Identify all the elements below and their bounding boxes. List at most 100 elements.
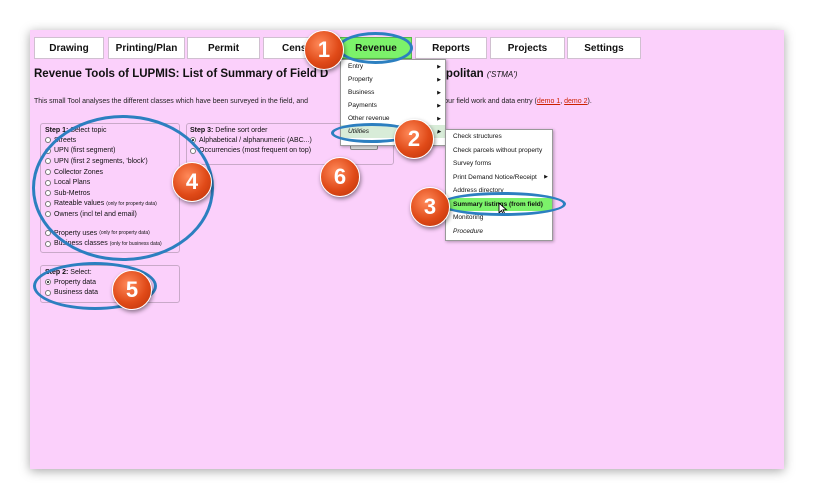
radio-icon[interactable] [45, 137, 51, 144]
topic-option-sub-metros[interactable]: Sub-Metros [45, 188, 179, 199]
tab-permit[interactable]: Permit [187, 37, 260, 59]
radio-icon[interactable] [45, 179, 51, 186]
menu-item-property[interactable]: Property ▶ [341, 73, 445, 86]
chevron-right-icon: ▶ [437, 115, 441, 122]
menu-item-other-revenue[interactable]: Other revenue ▶ [341, 112, 445, 125]
chevron-right-icon: ▶ [437, 76, 441, 83]
option-note: (only for property data) [99, 230, 150, 237]
topic-option-streets[interactable]: Streets [45, 135, 179, 146]
option-note: (only for business data) [109, 240, 162, 247]
radio-icon[interactable] [45, 240, 51, 247]
description-part1: This small Tool analyses the different c… [34, 98, 309, 105]
chevron-right-icon: ▶ [437, 63, 441, 70]
tab-projects-label: Projects [507, 42, 548, 54]
option-label: UPN (first segment) [54, 147, 116, 155]
step-badge-6: 6 [320, 157, 360, 197]
menu-item-label: Other revenue [348, 115, 390, 122]
topic-option-business-classes[interactable]: Business classes (only for business data) [45, 238, 179, 249]
menu-item-entry[interactable]: Entry ▶ [341, 60, 445, 73]
tab-settings[interactable]: Settings [567, 37, 641, 59]
option-label: Owners (incl tel and email) [54, 210, 137, 218]
option-label: Business data [54, 289, 98, 297]
submenu-item-check-structures[interactable]: Check structures [446, 130, 552, 144]
menu-item-label: Survey forms [453, 160, 492, 168]
topic-option-upn-block[interactable]: UPN (first 2 segments, 'block') [45, 156, 179, 167]
tab-settings-label: Settings [584, 42, 624, 54]
menu-item-label: Monitoring [453, 214, 484, 222]
step-badge-5: 5 [112, 270, 152, 310]
radio-icon[interactable] [45, 211, 51, 218]
menu-item-label: Check structures [453, 133, 502, 141]
step2-text: Select: [70, 269, 92, 276]
submenu-item-procedure[interactable]: Procedure [446, 225, 552, 239]
description-end: ). [587, 98, 592, 105]
menu-item-label: Procedure [453, 227, 483, 235]
menu-item-label: Utilities [348, 128, 369, 135]
menu-item-business[interactable]: Business ▶ [341, 86, 445, 99]
tab-revenue-label: Revenue [355, 42, 397, 54]
step1-header: Step 1: Select topic [45, 127, 179, 134]
chevron-right-icon: ▶ [437, 102, 441, 109]
topic-option-owners[interactable]: Owners (incl tel and email) [45, 209, 179, 220]
tab-revenue[interactable]: Revenue [340, 37, 412, 59]
radio-icon[interactable] [45, 147, 51, 154]
option-label: Streets [54, 136, 77, 144]
menu-item-payments[interactable]: Payments ▶ [341, 99, 445, 112]
tab-drawing[interactable]: Drawing [34, 37, 104, 59]
option-label: Collector Zones [54, 168, 104, 176]
tab-projects[interactable]: Projects [490, 37, 565, 59]
option-label: Occurrencies (most frequent on top) [199, 147, 312, 155]
radio-selected-icon[interactable] [45, 279, 51, 286]
menu-item-label: Print Demand Notice/Receipt [453, 173, 537, 181]
option-label: Sub-Metros [54, 189, 91, 197]
title-abbreviation: ('STMA') [486, 70, 518, 79]
step3-label: Step 3: [190, 127, 214, 134]
utilities-submenu: Check structures Check parcels without p… [445, 129, 553, 241]
submenu-item-survey-forms[interactable]: Survey forms [446, 157, 552, 171]
step1-panel: Step 1: Select topic Streets UPN (first … [40, 123, 180, 253]
tab-printing-plan-label: Printing/Plan [115, 42, 178, 54]
mouse-cursor-icon [498, 202, 508, 216]
radio-icon[interactable] [190, 147, 196, 154]
option-label: Alphabetical / alphanumeric (ABC...) [199, 136, 312, 144]
badge-number: 3 [423, 194, 437, 219]
topic-option-rateable-values[interactable]: Rateable values (only for property data) [45, 199, 179, 210]
radio-icon[interactable] [45, 289, 51, 296]
radio-icon[interactable] [45, 158, 51, 165]
menu-item-label: Entry [348, 63, 364, 70]
radio-icon[interactable] [45, 230, 51, 237]
submenu-item-print-demand-notice[interactable]: Print Demand Notice/Receipt ▶ [446, 171, 552, 185]
demo-2-link[interactable]: demo 2 [564, 98, 587, 105]
chevron-right-icon: ▶ [437, 89, 441, 96]
option-label: Rateable values [54, 200, 105, 208]
tab-reports[interactable]: Reports [415, 37, 487, 59]
chevron-right-icon: ▶ [544, 174, 548, 181]
topic-option-local-plans[interactable]: Local Plans [45, 177, 179, 188]
topic-option-collector-zones[interactable]: Collector Zones [45, 167, 179, 178]
option-label: UPN (first 2 segments, 'block') [54, 157, 148, 165]
radio-icon[interactable] [45, 169, 51, 176]
tab-drawing-label: Drawing [49, 42, 89, 54]
tool-description: This small Tool analyses the different c… [34, 98, 592, 105]
menu-item-label: Address directory [453, 187, 504, 195]
step2-label: Step 2: [45, 269, 69, 276]
option-label: Property uses [54, 229, 98, 237]
option-spacer [45, 220, 179, 228]
step-badge-4: 4 [172, 162, 212, 202]
step2-panel: Step 2: Select: Property data Business d… [40, 265, 180, 303]
submenu-item-address-directory[interactable]: Address directory [446, 184, 552, 198]
option-note: (only for property data) [106, 200, 157, 207]
topic-option-property-uses[interactable]: Property uses (only for property data) [45, 228, 179, 239]
radio-selected-icon[interactable] [190, 137, 196, 144]
radio-icon[interactable] [45, 190, 51, 197]
title-part1: Revenue Tools of LUPMIS: List of Summary… [34, 68, 329, 80]
tab-printing-plan[interactable]: Printing/Plan [108, 37, 185, 59]
step2-header: Step 2: Select: [45, 269, 179, 276]
option-label: Property data [54, 278, 97, 286]
demo-1-link[interactable]: demo 1 [537, 98, 560, 105]
tab-census-label: Cens [282, 42, 307, 54]
step1-label: Step 1: [45, 127, 69, 134]
topic-option-upn-first[interactable]: UPN (first segment) [45, 146, 179, 157]
radio-icon[interactable] [45, 200, 51, 207]
submenu-item-check-parcels[interactable]: Check parcels without property [446, 144, 552, 158]
